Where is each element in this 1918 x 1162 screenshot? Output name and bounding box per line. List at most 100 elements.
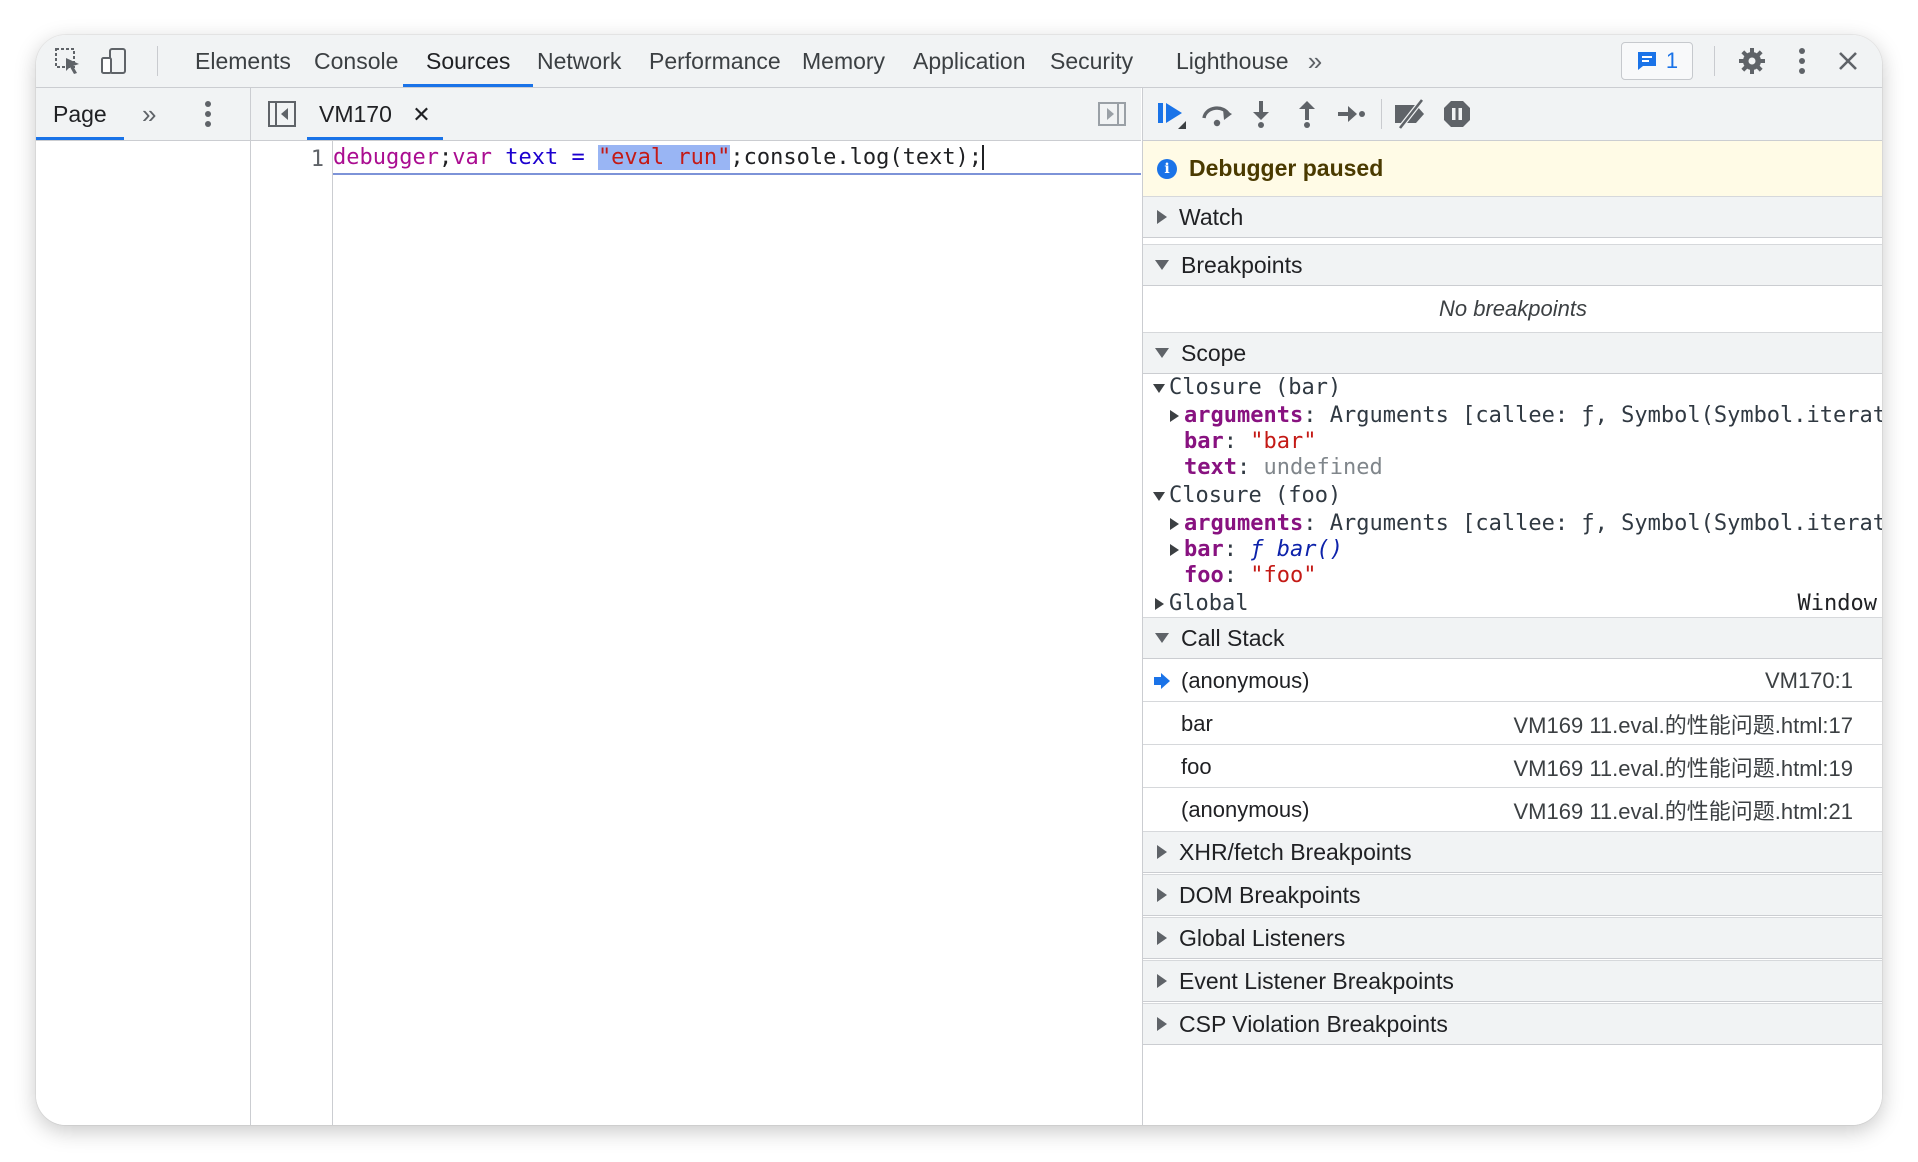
step-over-icon[interactable]	[1195, 92, 1239, 136]
section-title: DOM Breakpoints	[1179, 881, 1361, 908]
deactivate-breakpoints-icon[interactable]	[1389, 92, 1433, 136]
property-value: Arguments [callee: ƒ, Symbol(Symbol.iter…	[1329, 403, 1882, 428]
call-frame[interactable]: bar VM169 11.eval.的性能问题.html:17	[1143, 703, 1882, 745]
frame-function: foo	[1181, 753, 1212, 779]
tab-application[interactable]: Application	[913, 35, 1026, 87]
settings-gear-icon[interactable]	[1730, 35, 1774, 87]
collapse-arrow-icon	[1155, 348, 1169, 358]
scope-property[interactable]: bar: "bar"	[1143, 429, 1882, 455]
source-editor: VM170 ✕ 1 debugger;var text = "eval run"…	[251, 88, 1141, 1125]
line-number[interactable]: 1	[311, 147, 324, 172]
section-title: Watch	[1179, 203, 1244, 230]
scope-property[interactable]: bar: ƒ bar()	[1143, 537, 1882, 563]
issues-badge[interactable]: 1	[1621, 42, 1693, 80]
editor-tabbar: VM170 ✕	[251, 88, 1141, 141]
expand-arrow-icon	[1170, 544, 1179, 556]
no-breakpoints-text: No breakpoints	[1143, 286, 1882, 333]
section-xhr-breakpoints[interactable]: XHR/fetch Breakpoints	[1143, 831, 1882, 873]
customize-menu-icon[interactable]	[1784, 35, 1820, 87]
toggle-navigator-icon[interactable]	[267, 99, 297, 134]
tab-page[interactable]: Page	[36, 88, 124, 140]
tab-performance[interactable]: Performance	[649, 35, 781, 87]
section-global-listeners[interactable]: Global Listeners	[1143, 917, 1882, 959]
property-value: "foo"	[1250, 563, 1317, 588]
property-value: Arguments [callee: ƒ, Symbol(Symbol.iter…	[1329, 511, 1882, 536]
navigator-menu-icon[interactable]	[204, 100, 212, 133]
scope-label: Global	[1169, 591, 1249, 616]
scope-property[interactable]: foo: "foo"	[1143, 563, 1882, 589]
collapse-arrow-icon	[1155, 633, 1169, 643]
paused-message: Debugger paused	[1189, 155, 1384, 181]
section-dom-breakpoints[interactable]: DOM Breakpoints	[1143, 874, 1882, 916]
scope-property[interactable]: text: undefined	[1143, 455, 1882, 481]
resume-icon[interactable]	[1149, 92, 1193, 136]
scope-closure-bar[interactable]: Closure (bar)	[1143, 375, 1882, 401]
pause-on-exceptions-icon[interactable]	[1435, 92, 1479, 136]
tab-lighthouse[interactable]: Lighthouse	[1176, 35, 1289, 87]
frame-location[interactable]: VM169 11.eval.的性能问题.html:19	[1514, 751, 1854, 783]
scope-property[interactable]: arguments: Arguments [callee: ƒ, Symbol(…	[1143, 403, 1882, 429]
tab-network[interactable]: Network	[537, 35, 621, 87]
scope-global[interactable]: Global Window	[1143, 591, 1882, 617]
more-tabs-icon[interactable]: »	[1298, 35, 1332, 87]
section-breakpoints[interactable]: Breakpoints	[1143, 244, 1882, 286]
expand-arrow-icon	[1170, 518, 1179, 530]
step-out-icon[interactable]	[1285, 92, 1329, 136]
section-event-listener-breakpoints[interactable]: Event Listener Breakpoints	[1143, 960, 1882, 1002]
code-token: ;console.log(text);	[730, 145, 985, 170]
expand-arrow-icon	[1153, 491, 1165, 501]
tab-security[interactable]: Security	[1050, 35, 1133, 87]
close-tab-icon[interactable]: ✕	[412, 102, 430, 127]
toolbar-divider	[157, 46, 158, 76]
scope-closure-foo[interactable]: Closure (foo)	[1143, 483, 1882, 509]
call-frame[interactable]: foo VM169 11.eval.的性能问题.html:19	[1143, 746, 1882, 788]
frame-location[interactable]: VM169 11.eval.的性能问题.html:21	[1514, 794, 1854, 826]
debugger-toolbar	[1143, 88, 1882, 141]
scope-property[interactable]: arguments: Arguments [callee: ƒ, Symbol(…	[1143, 511, 1882, 537]
tab-console[interactable]: Console	[314, 35, 398, 87]
expand-arrow-icon	[1157, 974, 1167, 988]
tab-sources[interactable]: Sources	[402, 35, 534, 87]
property-name: bar	[1184, 429, 1224, 454]
close-icon[interactable]	[1826, 35, 1870, 87]
scope-label: Closure (bar)	[1169, 375, 1342, 400]
section-call-stack[interactable]: Call Stack	[1143, 617, 1882, 659]
inspect-element-icon[interactable]	[46, 35, 90, 87]
file-tab-vm170[interactable]: VM170 ✕	[307, 88, 443, 140]
debugger-paused-banner: i Debugger paused	[1143, 141, 1882, 197]
expand-arrow-icon	[1155, 598, 1164, 610]
step-icon[interactable]	[1329, 92, 1373, 136]
tab-elements[interactable]: Elements	[195, 35, 291, 87]
device-toolbar-icon[interactable]	[92, 35, 136, 87]
frame-function: bar	[1181, 710, 1213, 736]
section-csp-violation-breakpoints[interactable]: CSP Violation Breakpoints	[1143, 1003, 1882, 1045]
toggle-debugger-icon[interactable]	[1097, 100, 1127, 133]
step-into-icon[interactable]	[1239, 92, 1283, 136]
code-line[interactable]: debugger;var text = "eval run";console.l…	[333, 141, 1141, 175]
code-token: text =	[491, 145, 598, 170]
info-icon: i	[1157, 158, 1177, 179]
property-value: ƒ bar()	[1250, 537, 1343, 562]
issues-count: 1	[1665, 48, 1679, 73]
property-value: undefined	[1263, 455, 1383, 480]
more-navigator-tabs-icon[interactable]: »	[142, 88, 156, 140]
code-token-selected: "eval run"	[597, 145, 731, 170]
debugger-toolbar-divider	[1381, 99, 1382, 129]
message-icon	[1637, 52, 1656, 70]
section-watch[interactable]: Watch	[1143, 196, 1882, 238]
section-scope[interactable]: Scope	[1143, 332, 1882, 374]
property-name: foo	[1184, 563, 1224, 588]
tab-memory[interactable]: Memory	[802, 35, 885, 87]
frame-location[interactable]: VM170:1	[1765, 668, 1853, 694]
expand-arrow-icon	[1170, 410, 1179, 422]
expand-arrow-icon	[1153, 383, 1165, 393]
call-frame[interactable]: (anonymous) VM170:1	[1143, 660, 1882, 702]
navigator-header: Page »	[36, 88, 250, 141]
line-gutter: 1	[251, 141, 333, 1125]
section-title: Breakpoints	[1181, 251, 1303, 278]
file-tab-label: VM170	[319, 101, 392, 127]
debugger-sidebar: i Debugger paused Watch Breakpoints No b…	[1142, 88, 1882, 1125]
frame-location[interactable]: VM169 11.eval.的性能问题.html:17	[1514, 708, 1854, 740]
call-frame[interactable]: (anonymous) VM169 11.eval.的性能问题.html:21	[1143, 789, 1882, 831]
section-title: Global Listeners	[1179, 924, 1346, 951]
